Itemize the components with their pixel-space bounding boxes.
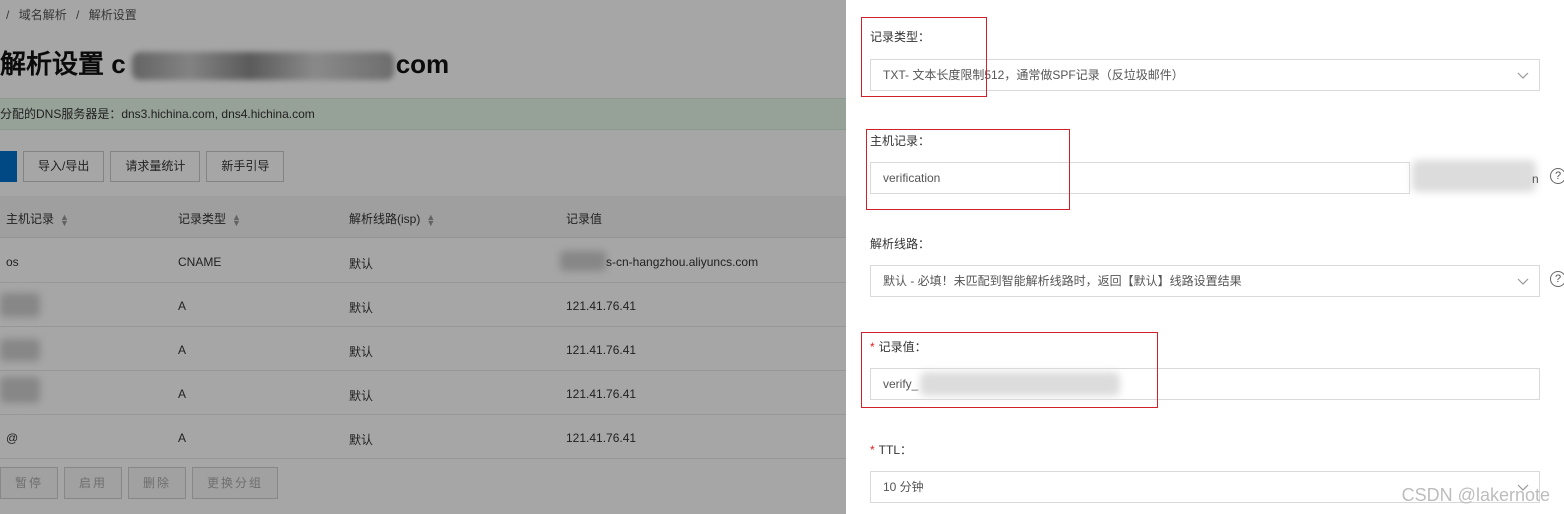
highlight-box-record-type [861,17,987,97]
required-mark: * [870,443,875,457]
line-value: 默认 - 必填！未匹配到智能解析线路时，返回【默认】线路设置结果 [883,274,1242,288]
highlight-box-host-record [866,129,1070,210]
highlight-box-record-value [861,332,1158,408]
help-icon[interactable]: ? [1550,168,1564,184]
modal-overlay[interactable] [0,0,846,514]
help-icon[interactable]: ? [1550,271,1564,287]
chevron-down-icon [1517,266,1529,296]
add-record-drawer: 记录类型： TXT- 文本长度限制512，通常做SPF记录（反垃圾邮件） 主机记… [846,0,1564,514]
redacted-domain-suffix [1412,160,1536,192]
line-select[interactable]: 默认 - 必填！未匹配到智能解析线路时，返回【默认】线路设置结果 [870,265,1540,297]
domain-suffix-text: n [1532,172,1539,186]
chevron-down-icon [1517,60,1529,90]
watermark: CSDN @lakernote [1401,485,1550,505]
ttl-label: * TTL： [870,441,912,458]
ttl-label-text: TTL： [878,443,913,457]
line-label: 解析线路： [870,237,931,251]
ttl-value: 10 分钟 [883,480,924,494]
